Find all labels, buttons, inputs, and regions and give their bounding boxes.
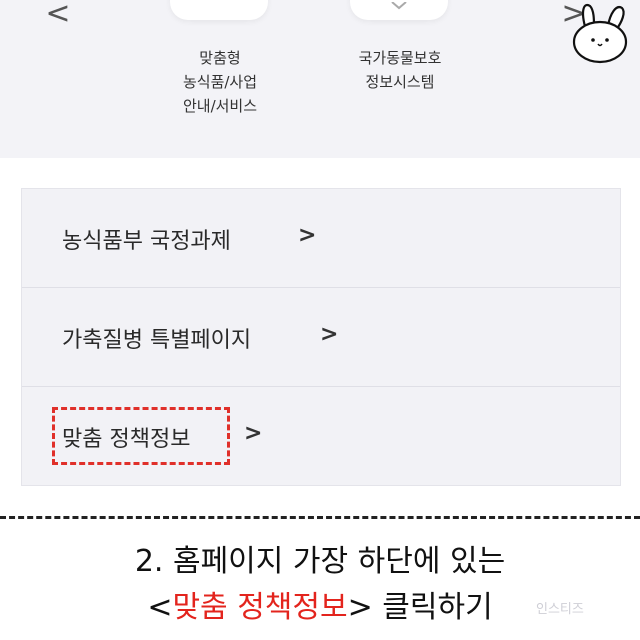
service-tile-custom[interactable] <box>170 0 268 20</box>
bunny-mascot-icon <box>572 3 628 64</box>
caption-rest-text: 클릭하기 <box>372 590 493 625</box>
chevron-right-icon: > <box>244 421 263 446</box>
caption-highlight-text: 맞춤 정책정보 <box>172 590 348 625</box>
menu-item-national-tasks[interactable]: 농식품부 국정과제 > <box>22 189 620 288</box>
service-label-line: 정보시스템 <box>365 73 435 91</box>
chevron-right-icon: > <box>320 322 339 347</box>
caption-bracket-open: < <box>147 590 173 625</box>
service-tile-animal-protection[interactable] <box>350 0 448 20</box>
menu-item-label: 가축질병 특별페이지 <box>62 328 252 353</box>
menu-item-label: 맞춤 정책정보 <box>62 427 191 452</box>
service-label-line: 국가동물보호 <box>358 49 442 67</box>
dashed-divider <box>0 516 640 519</box>
service-label-line: 안내/서비스 <box>182 97 258 115</box>
caption-bracket-close: > <box>347 590 373 625</box>
quick-link-menu: 농식품부 국정과제 > 가축질병 특별페이지 > 맞춤 정책정보 > <box>21 188 621 486</box>
service-label-animal-protection[interactable]: 국가동물보호 정보시스템 <box>320 46 480 94</box>
menu-item-label: 농식품부 국정과제 <box>62 229 231 254</box>
service-label-line: 맞춤형 <box>199 49 241 67</box>
service-label-custom[interactable]: 맞춤형 농식품/사업 안내/서비스 <box>140 46 300 118</box>
shield-icon <box>391 2 407 10</box>
menu-item-livestock-disease[interactable]: 가축질병 특별페이지 > <box>22 288 620 387</box>
carousel-prev-button[interactable]: < <box>44 0 72 32</box>
instruction-caption-line1: 2. 홈페이지 가장 하단에 있는 <box>134 544 506 579</box>
menu-item-custom-policy-info[interactable]: 맞춤 정책정보 > <box>22 387 620 485</box>
service-label-line: 농식품/사업 <box>182 73 258 91</box>
chevron-right-icon: > <box>298 223 317 248</box>
service-carousel: < 맞춤형 농식품/사업 안내/서비스 국가동물보호 정보시스템 > <box>0 0 640 158</box>
watermark: 인스티즈 <box>536 602 584 617</box>
